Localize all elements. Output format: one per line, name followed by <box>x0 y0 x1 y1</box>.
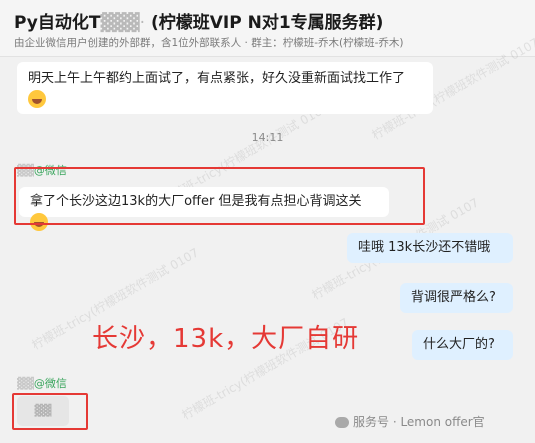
wechat-icon <box>335 417 349 428</box>
outgoing-message[interactable]: 什么大厂的? <box>412 330 513 360</box>
message-text: 哇哦 13k长沙还不错哦 <box>358 240 491 255</box>
footer-text: 服务号 · Lemon offer官 <box>353 415 485 429</box>
chat-subtitle: 由企业微信用户创建的外部群，含1位外部联系人 · 群主：柠檬班-乔木(柠檬班-乔… <box>14 37 404 49</box>
highlight-box <box>12 393 88 430</box>
outgoing-message[interactable]: 背调很严格么? <box>400 283 513 313</box>
footer-brand: 服务号 · Lemon offer官 <box>335 413 485 430</box>
laughing-emoji-icon <box>28 89 46 108</box>
chat-title[interactable]: Py自动化T▓▓▓· (柠檬班VIP N对1专属服务群) <box>14 8 383 33</box>
message-text: 明天上午上午都约上面试了，有点紧张，好久没重新面试找工作了 <box>28 71 406 86</box>
chat-title-main: (柠檬班VIP N对1专属服务群) <box>151 13 384 33</box>
chat-header: Py自动化T▓▓▓· (柠檬班VIP N对1专属服务群) 由企业微信用户创建的外… <box>0 0 535 57</box>
sender-label[interactable]: ▓▓@微信 <box>17 375 67 391</box>
message-text: 什么大厂的? <box>423 337 495 352</box>
sender-name-redacted: ▓▓ <box>17 377 34 390</box>
incoming-message[interactable]: 明天上午上午都约上面试了，有点紧张，好久没重新面试找工作了 <box>17 62 433 114</box>
highlight-box <box>14 167 425 225</box>
sender-source: @微信 <box>33 377 67 390</box>
message-text: 背调很严格么? <box>411 290 496 305</box>
outgoing-message[interactable]: 哇哦 13k长沙还不错哦 <box>347 233 513 263</box>
chat-title-redacted: ▓▓▓· <box>100 13 146 33</box>
annotation-text: 长沙，13k，大厂自研 <box>92 324 360 354</box>
message-timestamp: 14:11 <box>251 131 284 144</box>
chat-title-prefix: Py自动化T <box>14 13 101 33</box>
